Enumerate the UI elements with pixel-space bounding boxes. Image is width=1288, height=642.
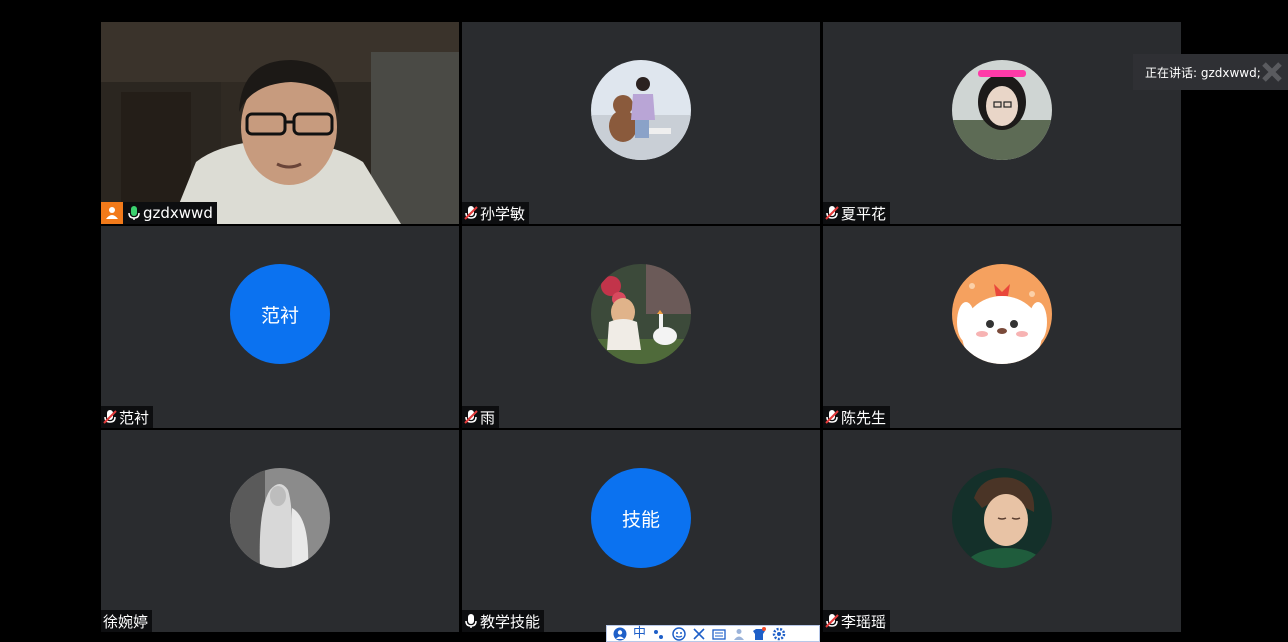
ime-mode-toggle[interactable]: 中 [633, 626, 646, 641]
scissors-icon[interactable] [692, 627, 706, 641]
microphone-on-icon [128, 206, 140, 220]
emoji-icon[interactable] [672, 626, 686, 641]
microphone-muted-icon [464, 206, 478, 220]
participant-name: 徐婉婷 [103, 612, 149, 631]
video-tile-gzdxwwd[interactable]: gzdxwwd [101, 22, 459, 224]
ime-logo-icon[interactable] [613, 627, 627, 641]
participant-name: 范衬 [119, 408, 150, 427]
user-icon[interactable] [732, 627, 746, 641]
video-tile-fanchen[interactable]: 范衬 范衬 [101, 226, 459, 428]
participant-label: 范衬 [101, 406, 154, 428]
microphone-muted-icon [825, 206, 839, 220]
avatar [952, 264, 1052, 364]
punctuation-icon[interactable] [652, 627, 666, 641]
participant-name: 孙学敏 [480, 204, 526, 223]
close-icon[interactable] [1260, 60, 1284, 84]
participant-name: 陈先生 [841, 408, 887, 427]
keyboard-icon[interactable] [712, 627, 726, 641]
microphone-muted-icon [464, 410, 478, 424]
participant-label: 徐婉婷 [101, 610, 153, 632]
settings-gear-icon[interactable] [772, 627, 786, 641]
video-tile-xiapinghua[interactable]: 夏平花 [823, 22, 1181, 224]
participant-label: 孙学敏 [462, 202, 530, 224]
participant-label: 雨 [462, 406, 500, 428]
ime-toolbar: 中 [606, 625, 820, 642]
skin-shirt-icon[interactable] [752, 626, 767, 641]
avatar [591, 60, 691, 160]
video-tile-sunxuemin[interactable]: 孙学敏 [462, 22, 820, 224]
video-tile-jiaoxuejineng[interactable]: 技能 教学技能 [462, 430, 820, 632]
participant-name: 夏平花 [841, 204, 887, 223]
participant-name: 教学技能 [480, 612, 541, 631]
participant-label: gzdxwwd [101, 202, 217, 224]
participant-label: 教学技能 [462, 610, 545, 632]
participant-label: 陈先生 [823, 406, 891, 428]
avatar [952, 60, 1052, 160]
participant-name: 李瑶瑶 [841, 612, 887, 631]
microphone-muted-icon [103, 410, 117, 424]
avatar [591, 264, 691, 364]
active-speaker-indicator: 正在讲话: gzdxwwd; [1133, 54, 1288, 90]
active-speaker-text: 正在讲话: gzdxwwd; [1145, 65, 1261, 80]
avatar [230, 468, 330, 568]
participant-label: 夏平花 [823, 202, 891, 224]
participant-label: 李瑶瑶 [823, 610, 891, 632]
video-tile-yu[interactable]: 雨 [462, 226, 820, 428]
microphone-icon [465, 614, 477, 628]
avatar [952, 468, 1052, 568]
video-tile-xuwanting[interactable]: 徐婉婷 [101, 430, 459, 632]
avatar-initials: 技能 [591, 468, 691, 568]
participant-name: gzdxwwd [143, 204, 213, 222]
microphone-muted-icon [825, 614, 839, 628]
avatar-initials: 范衬 [230, 264, 330, 364]
participant-video [101, 22, 459, 224]
host-icon [101, 202, 123, 224]
video-tile-liyaoyao[interactable]: 李瑶瑶 [823, 430, 1181, 632]
video-tile-chenxiansheng[interactable]: 陈先生 [823, 226, 1181, 428]
participant-name: 雨 [480, 408, 496, 427]
microphone-muted-icon [825, 410, 839, 424]
